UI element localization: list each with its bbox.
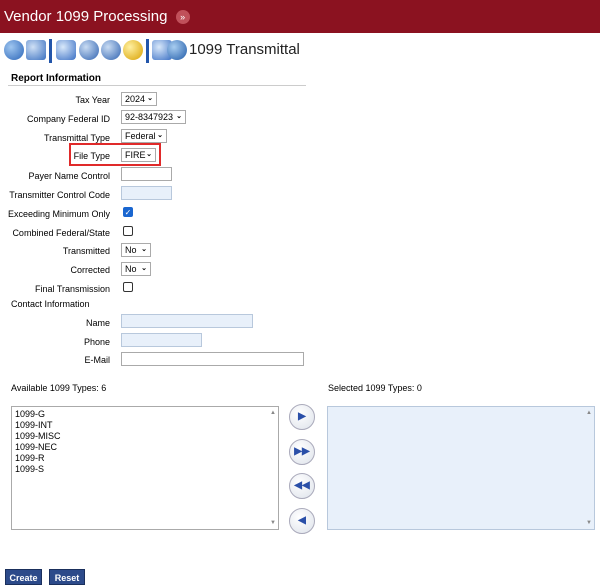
scroll-down-icon[interactable]: ▼ <box>586 520 592 526</box>
final-transmission-checkbox[interactable] <box>123 282 133 292</box>
transmitted-label: Transmitted <box>62 246 110 256</box>
list-item[interactable]: 1099-MISC <box>12 431 278 442</box>
company-federal-id-value: 92-8347923 <box>125 112 174 122</box>
final-transmission-label: Final Transmission <box>34 284 110 294</box>
report-information-heading: Report Information <box>11 73 101 84</box>
chevron-down-icon: ⌄ <box>157 132 163 139</box>
transmitted-value: No <box>125 245 137 255</box>
chevron-right-icon: ▶ <box>298 411 306 422</box>
scrollbar[interactable]: ▲ ▼ <box>268 407 278 529</box>
move-all-right-button[interactable]: ▶▶ <box>289 439 315 465</box>
chevron-down-icon: ⌄ <box>147 95 153 102</box>
disks-icon[interactable] <box>79 40 99 60</box>
transmittal-type-select[interactable]: Federal ⌄ <box>121 129 167 143</box>
file-type-value: FIRE <box>125 150 146 160</box>
move-selected-left-button[interactable]: ◀ <box>289 508 315 534</box>
double-chevron-right-icon: ▶▶ <box>294 446 310 457</box>
globe-icon[interactable] <box>167 40 187 60</box>
contact-email-input[interactable] <box>121 352 304 366</box>
combined-federal-state-checkbox[interactable] <box>123 226 133 236</box>
tax-year-select[interactable]: 2024 ⌄ <box>121 92 157 106</box>
open-folder-icon[interactable] <box>26 40 46 60</box>
selected-types-list[interactable]: ▲ ▼ <box>327 406 595 530</box>
transmitter-control-code-label: Transmitter Control Code <box>9 190 110 200</box>
chevron-right-icon[interactable]: » <box>175 10 190 25</box>
transmittal-type-label: Transmittal Type <box>43 133 110 143</box>
exceeding-minimum-only-checkbox[interactable]: ✓ <box>123 207 133 217</box>
scrollbar[interactable]: ▲ ▼ <box>584 407 594 529</box>
contact-phone-input[interactable] <box>121 333 202 347</box>
corrected-select[interactable]: No ⌄ <box>121 262 151 276</box>
reset-button[interactable]: Reset <box>49 569 85 585</box>
selected-types-label: Selected 1099 Types: 0 <box>328 383 422 393</box>
list-item[interactable]: 1099-R <box>12 453 278 464</box>
list-item[interactable]: 1099-INT <box>12 420 278 431</box>
title-bar: Vendor 1099 Processing » <box>0 0 600 33</box>
payer-name-control-input[interactable] <box>121 167 172 181</box>
file-type-label: File Type <box>73 151 110 161</box>
chevron-down-icon: ⌄ <box>146 151 152 158</box>
globe-edit-icon[interactable] <box>4 40 24 60</box>
company-federal-id-label: Company Federal ID <box>26 114 110 124</box>
file-type-select[interactable]: FIRE ⌄ <box>121 148 156 162</box>
company-federal-id-select[interactable]: 92-8347923 ⌄ <box>121 110 186 124</box>
available-types-label: Available 1099 Types: 6 <box>11 383 107 393</box>
move-all-left-button[interactable]: ◀◀ <box>289 473 315 499</box>
scroll-up-icon[interactable]: ▲ <box>586 410 592 416</box>
toolbar-separator <box>146 39 149 63</box>
available-types-list[interactable]: 1099-G 1099-INT 1099-MISC 1099-NEC 1099-… <box>11 406 279 530</box>
contact-information-heading: Contact Information <box>11 299 90 309</box>
move-selected-right-button[interactable]: ▶ <box>289 404 315 430</box>
chevron-down-icon: ⌄ <box>141 246 147 253</box>
list-item[interactable]: 1099-S <box>12 464 278 475</box>
list-icon[interactable] <box>56 40 76 60</box>
payer-name-control-label: Payer Name Control <box>28 171 110 181</box>
scroll-down-icon[interactable]: ▼ <box>270 520 276 526</box>
key-icon[interactable] <box>123 40 143 60</box>
create-button[interactable]: Create <box>5 569 42 585</box>
contact-email-label: E-Mail <box>84 355 110 365</box>
exceeding-minimum-only-label: Exceeding Minimum Only <box>7 209 110 219</box>
disk-search-icon[interactable] <box>101 40 121 60</box>
tax-year-label: Tax Year <box>75 95 110 105</box>
corrected-value: No <box>125 264 137 274</box>
corrected-label: Corrected <box>70 265 110 275</box>
tax-year-value: 2024 <box>125 94 146 104</box>
combined-federal-state-label: Combined Federal/State <box>12 228 110 238</box>
contact-name-input[interactable] <box>121 314 253 328</box>
chevron-down-icon: ⌄ <box>141 265 147 272</box>
contact-name-label: Name <box>85 318 110 328</box>
chevron-down-icon: ⌄ <box>176 113 182 120</box>
toolbar: 1099 Transmittal <box>0 33 600 69</box>
contact-phone-label: Phone <box>83 337 110 347</box>
toolbar-title: 1099 Transmittal <box>189 41 300 58</box>
list-item[interactable]: 1099-G <box>12 409 278 420</box>
toolbar-separator <box>49 39 52 63</box>
list-item[interactable]: 1099-NEC <box>12 442 278 453</box>
chevron-left-icon: ◀ <box>298 515 306 526</box>
double-chevron-left-icon: ◀◀ <box>294 480 310 491</box>
transmittal-type-value: Federal <box>125 131 156 141</box>
scroll-up-icon[interactable]: ▲ <box>270 410 276 416</box>
section-divider <box>8 85 306 86</box>
transmitter-control-code-input[interactable] <box>121 186 172 200</box>
page-title: Vendor 1099 Processing <box>4 8 168 25</box>
transmitted-select[interactable]: No ⌄ <box>121 243 151 257</box>
